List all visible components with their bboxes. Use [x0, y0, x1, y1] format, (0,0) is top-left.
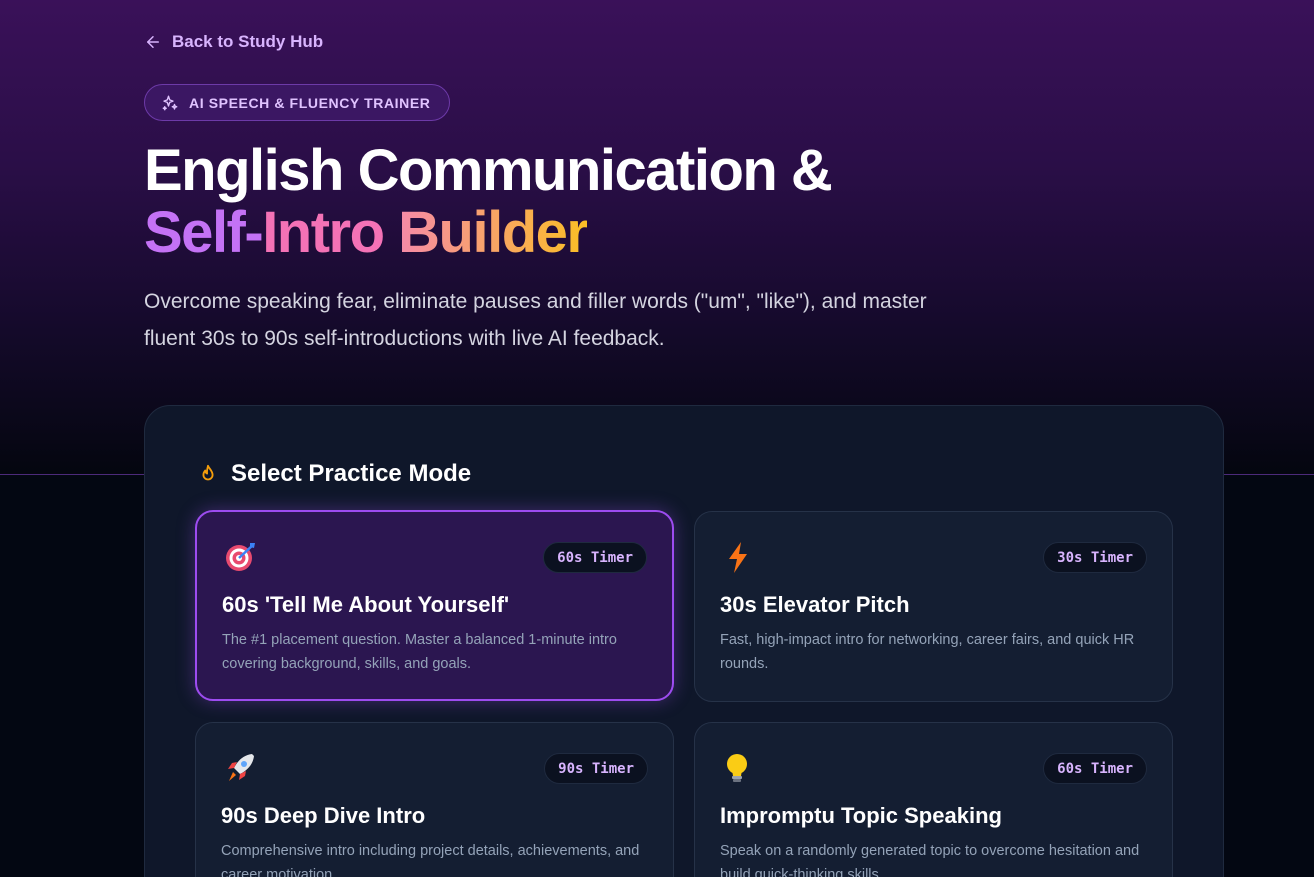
mode-card-30s-elevator[interactable]: 30s Timer 30s Elevator Pitch Fast, high-… — [694, 511, 1173, 702]
target-icon — [226, 543, 255, 571]
mode-description: Fast, high-impact intro for networking, … — [720, 632, 1135, 672]
arrow-left-icon — [147, 36, 159, 48]
back-to-study-hub-link[interactable]: Back to Study Hub — [144, 30, 323, 54]
trainer-badge: AI SPEECH & FLUENCY TRAINER — [144, 84, 450, 121]
lightning-icon — [729, 542, 747, 573]
rocket-icon — [228, 754, 254, 781]
timer-badge: 90s Timer — [544, 753, 648, 784]
timer-badge: 60s Timer — [1043, 753, 1147, 784]
practice-mode-heading: Select Practice Mode — [197, 460, 471, 488]
sparkles-icon — [162, 95, 178, 110]
timer-badge: 60s Timer — [543, 542, 647, 573]
title-line-1: English Communication & — [144, 138, 833, 203]
timer-badge: 30s Timer — [1043, 542, 1147, 573]
mode-card-impromptu[interactable]: 60s Timer Impromptu Topic Speaking Speak… — [694, 722, 1173, 877]
badge-label: AI SPEECH & FLUENCY TRAINER — [189, 94, 431, 111]
practice-mode-panel: Select Practice Mode 60s Timer 60s 'Tell… — [144, 405, 1224, 877]
title-intro: Intro — [262, 200, 385, 265]
mode-description: The #1 placement question. Master a bala… — [222, 632, 617, 672]
mode-title: Impromptu Topic Speaking — [720, 803, 1002, 828]
mode-title: 60s 'Tell Me About Yourself' — [222, 592, 510, 617]
practice-mode-heading-text: Select Practice Mode — [231, 460, 472, 487]
title-builder: Builder — [398, 200, 589, 265]
mode-card-90s-deep-dive[interactable]: 90s Timer 90s Deep Dive Intro Comprehens… — [195, 722, 674, 877]
mode-title: 90s Deep Dive Intro — [221, 803, 426, 828]
title-line-2: Self-Intro Builder — [144, 202, 1044, 264]
page-subtitle: Overcome speaking fear, eliminate pauses… — [144, 290, 927, 350]
back-link-label: Back to Study Hub — [172, 32, 324, 51]
mode-description: Comprehensive intro including project de… — [221, 843, 640, 877]
mode-description: Speak on a randomly generated topic to o… — [720, 843, 1140, 877]
flame-icon — [202, 464, 214, 481]
page-title: English Communication & Self-Intro Build… — [144, 140, 1044, 264]
mode-title: 30s Elevator Pitch — [720, 592, 910, 617]
mode-card-60s-tell-me[interactable]: 60s Timer 60s 'Tell Me About Yourself' T… — [195, 510, 674, 701]
lightbulb-icon — [727, 754, 747, 782]
title-self: Self- — [144, 200, 264, 265]
